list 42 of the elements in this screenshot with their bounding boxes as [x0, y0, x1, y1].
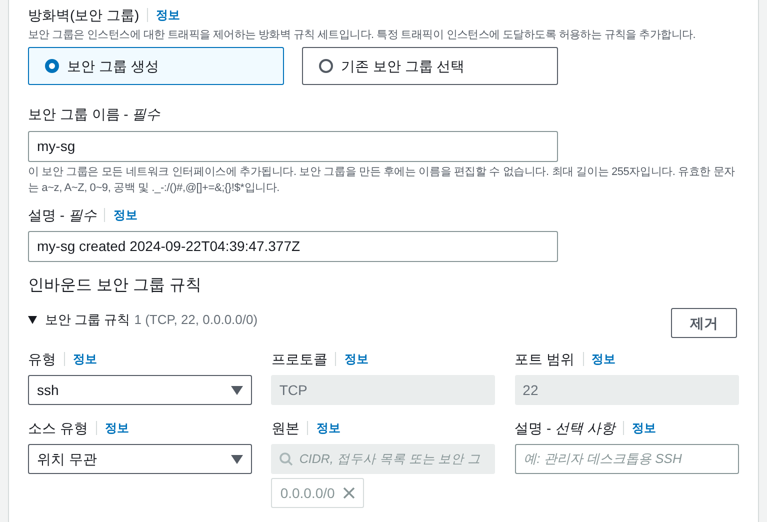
input-field[interactable]: 예: 관리자 데스크톱용 SSH: [514, 444, 739, 474]
radio-option[interactable]: 기존 보안 그룹 선택: [302, 47, 558, 85]
info-link[interactable]: 정보: [73, 350, 97, 368]
close-icon[interactable]: [342, 487, 355, 499]
field-label: 유형: [28, 350, 56, 368]
token-chip: 0.0.0.0/0: [271, 478, 364, 508]
select-dropdown[interactable]: ssh: [28, 375, 252, 405]
description-text: 보안 그룹은 인스턴스에 대한 트래픽을 제어하는 방화벽 규칙 세트입니다. 특정 트래픽이 인스턴스에 도달하도록 허용하는 규칙을 추가합니다.: [28, 28, 696, 43]
field-label: 보안 그룹 이름 - 필수: [28, 104, 160, 124]
info-link[interactable]: 정보: [592, 350, 616, 368]
radio-button[interactable]: [319, 59, 333, 73]
section-title: 인바운드 보안 그룹 규칙: [28, 276, 202, 296]
info-link[interactable]: 정보: [104, 419, 129, 437]
field-label: 원본: [271, 418, 300, 438]
rule-summary: 1 (TCP, 22, 0.0.0.0/0): [134, 311, 258, 329]
field-label: 소스 유형: [28, 418, 88, 438]
expand-toggle[interactable]: [28, 316, 37, 324]
field-label: 포트 범위: [514, 350, 575, 368]
help-text: 이 보안 그룹은 모든 네트워크 인터페이스에 추가됩니다. 보안 그룹을 만든 후에는 이름을 편집할 수 없습니다. 최대 길이는 255자입니다. 유효한 문자는 a~z, A~Z, 0~9, 공백 및 ._-:/()#,@[]+=&;{}!$*입니다.: [28, 165, 736, 196]
field-label: 설명 - 선택 사항: [514, 418, 615, 438]
rule-title: 보안 그룹 규칙: [45, 311, 130, 329]
remove-button[interactable]: 제거: [671, 308, 737, 338]
search-field[interactable]: CIDR, 접두사 목록 또는 보안 그: [271, 444, 496, 474]
info-link[interactable]: 정보: [632, 419, 656, 437]
caret-icon: [231, 454, 243, 464]
field-label: 프로토콜: [271, 350, 328, 368]
info-link[interactable]: 정보: [113, 206, 138, 224]
input-field[interactable]: my-sg: [28, 131, 558, 162]
input-field: 22: [514, 375, 739, 405]
radio-button[interactable]: [45, 59, 59, 73]
search-icon: [279, 452, 294, 466]
input-field[interactable]: my-sg created 2024-09-22T04:39:47.377Z: [28, 231, 558, 262]
info-link[interactable]: 정보: [156, 6, 180, 24]
caret-icon: [231, 386, 243, 394]
info-link[interactable]: 정보: [316, 419, 340, 437]
input-field: TCP: [271, 375, 496, 405]
select-dropdown[interactable]: 위치 무관: [28, 444, 252, 474]
field-label: 방화벽(보안 그룹): [28, 6, 140, 25]
info-link[interactable]: 정보: [344, 350, 368, 368]
caret-down-icon: [28, 316, 37, 324]
field-label: 설명 - 필수: [28, 206, 96, 224]
radio-option[interactable]: 보안 그룹 생성: [28, 47, 284, 85]
